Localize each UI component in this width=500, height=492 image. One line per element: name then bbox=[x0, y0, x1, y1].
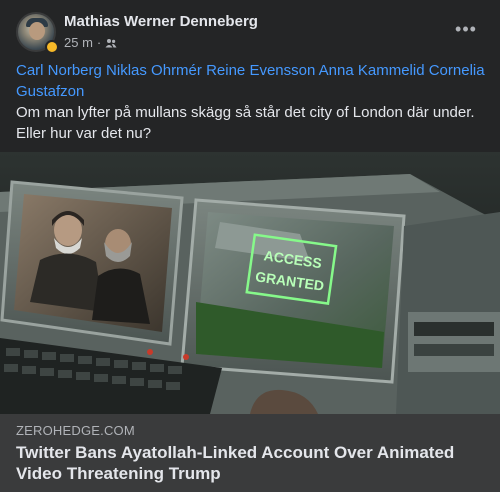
post-header: Mathias Werner Denneberg 25 m · ••• bbox=[16, 12, 484, 54]
post-card: Mathias Werner Denneberg 25 m · ••• Carl… bbox=[0, 0, 500, 492]
link-domain: ZEROHEDGE.COM bbox=[16, 423, 135, 438]
link-headline[interactable]: Twitter Bans Ayatollah-Linked Account Ov… bbox=[16, 442, 476, 484]
more-dots-icon: ••• bbox=[455, 19, 477, 39]
post-text: Carl Norberg Niklas Ohrmér Reine Evensso… bbox=[16, 60, 490, 144]
post-message: Om man lyfter på mullans skägg så står d… bbox=[16, 104, 475, 142]
tag-link[interactable]: Niklas Ohrmér bbox=[106, 62, 202, 79]
link-preview-card[interactable]: ACCESS GRANTED ZEROHEDGE.COM Twitter Ban… bbox=[0, 152, 500, 492]
tag-link[interactable]: Anna Kammelid bbox=[319, 62, 425, 79]
friends-icon[interactable] bbox=[105, 38, 117, 48]
link-info[interactable]: ZEROHEDGE.COM Twitter Bans Ayatollah-Lin… bbox=[0, 414, 500, 492]
author-avatar[interactable] bbox=[16, 12, 56, 52]
control-room-illustration: ACCESS GRANTED bbox=[0, 152, 500, 414]
meta-separator: · bbox=[96, 35, 102, 50]
tag-link[interactable]: Reine Evensson bbox=[206, 62, 315, 79]
author-name[interactable]: Mathias Werner Denneberg bbox=[64, 13, 258, 30]
more-options-button[interactable]: ••• bbox=[450, 16, 482, 48]
tagged-people: Carl Norberg Niklas Ohrmér Reine Evensso… bbox=[16, 60, 490, 102]
post-meta: 25 m · bbox=[64, 35, 117, 50]
post-time[interactable]: 25 m bbox=[64, 35, 93, 50]
tag-link[interactable]: Carl Norberg bbox=[16, 62, 102, 79]
link-preview-image[interactable]: ACCESS GRANTED bbox=[0, 152, 500, 414]
